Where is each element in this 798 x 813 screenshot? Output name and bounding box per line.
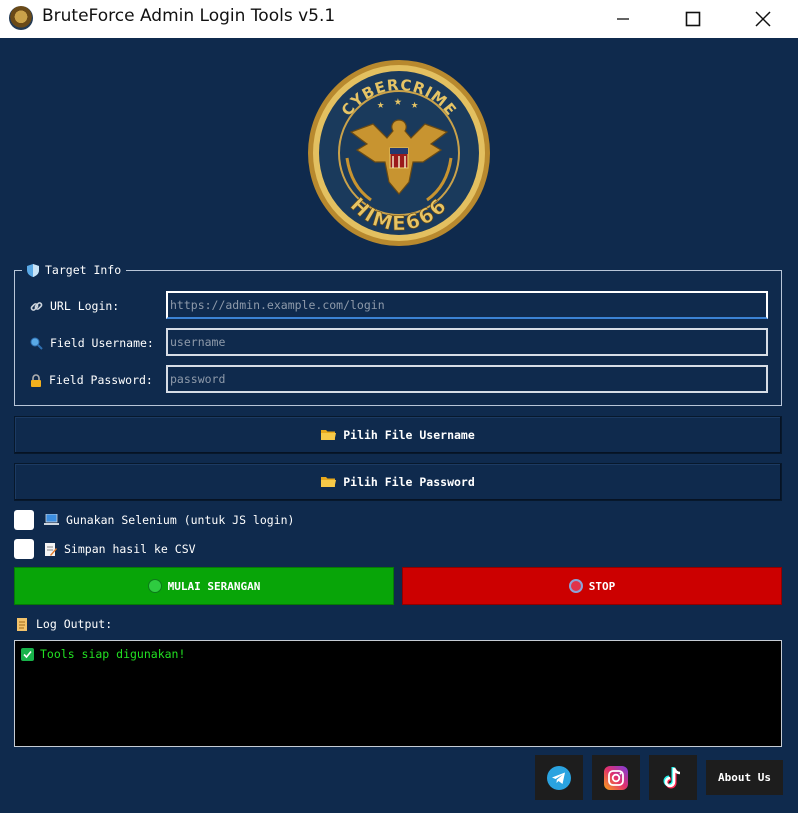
instagram-button[interactable] bbox=[592, 755, 640, 800]
selenium-option[interactable]: Gunakan Selenium (untuk JS login) bbox=[14, 509, 294, 531]
close-icon bbox=[755, 11, 771, 27]
stop-circle-icon bbox=[568, 579, 583, 593]
log-line-text: Tools siap digunakan! bbox=[40, 647, 186, 661]
choose-password-file-button[interactable]: Pilih File Password bbox=[14, 463, 782, 501]
stop-button[interactable]: STOP bbox=[402, 567, 782, 605]
field-password-text: Field Password: bbox=[49, 373, 153, 387]
shield-icon bbox=[27, 263, 39, 277]
url-login-input[interactable] bbox=[166, 291, 768, 319]
selenium-label: Gunakan Selenium (untuk JS login) bbox=[66, 513, 295, 527]
field-password-label: Field Password: bbox=[30, 370, 153, 390]
check-mark-icon bbox=[21, 647, 34, 661]
url-login-text: URL Login: bbox=[50, 299, 120, 313]
selenium-checkbox[interactable] bbox=[14, 510, 34, 530]
maximize-icon bbox=[685, 11, 701, 27]
field-username-text: Field Username: bbox=[50, 336, 154, 350]
magnifier-icon bbox=[30, 337, 43, 350]
start-attack-label: MULAI SERANGAN bbox=[167, 579, 261, 593]
tiktok-button[interactable] bbox=[649, 755, 697, 800]
memo-icon bbox=[45, 542, 57, 556]
choose-password-file-label: Pilih File Password bbox=[343, 475, 475, 489]
stop-label: STOP bbox=[588, 579, 616, 593]
about-us-button[interactable]: About Us bbox=[706, 760, 783, 795]
minimize-icon bbox=[617, 18, 629, 20]
lock-icon bbox=[31, 373, 41, 387]
window-title: BruteForce Admin Login Tools v5.1 bbox=[42, 6, 336, 26]
svg-text:★: ★ bbox=[394, 94, 402, 109]
green-circle-icon bbox=[147, 579, 162, 593]
scroll-icon bbox=[17, 617, 27, 631]
choose-username-file-button[interactable]: Pilih File Username bbox=[14, 416, 782, 454]
telegram-icon bbox=[547, 765, 571, 790]
cybercrime-emblem: CYBERCRIME HIME666 ★ ★ ★ bbox=[308, 60, 490, 246]
svg-text:★: ★ bbox=[411, 97, 418, 111]
minimize-button[interactable] bbox=[588, 0, 658, 38]
log-line: Tools siap digunakan! bbox=[21, 647, 775, 661]
laptop-icon bbox=[44, 514, 59, 525]
link-icon bbox=[30, 301, 43, 311]
target-info-title: Target Info bbox=[45, 263, 122, 277]
log-output-area[interactable]: Tools siap digunakan! bbox=[14, 640, 782, 747]
folder-icon bbox=[321, 430, 337, 440]
svg-text:★: ★ bbox=[377, 97, 384, 111]
maximize-button[interactable] bbox=[658, 0, 728, 38]
field-username-input[interactable] bbox=[166, 328, 768, 356]
folder-icon bbox=[321, 477, 337, 487]
log-output-label: Log Output: bbox=[16, 615, 112, 633]
close-button[interactable] bbox=[728, 0, 798, 38]
field-username-label: Field Username: bbox=[30, 333, 154, 353]
csv-checkbox[interactable] bbox=[14, 539, 34, 559]
url-login-label: URL Login: bbox=[30, 296, 119, 316]
log-output-text: Log Output: bbox=[36, 617, 113, 631]
app-logo-icon bbox=[9, 6, 33, 30]
start-attack-button[interactable]: MULAI SERANGAN bbox=[14, 567, 394, 605]
csv-option[interactable]: Simpan hasil ke CSV bbox=[14, 538, 196, 560]
telegram-button[interactable] bbox=[535, 755, 583, 800]
field-password-input[interactable] bbox=[166, 365, 768, 393]
target-info-legend: Target Info bbox=[22, 262, 127, 278]
tiktok-icon bbox=[663, 766, 681, 788]
title-bar: BruteForce Admin Login Tools v5.1 bbox=[0, 0, 798, 38]
instagram-icon bbox=[604, 765, 628, 790]
csv-label: Simpan hasil ke CSV bbox=[64, 542, 196, 556]
choose-username-file-label: Pilih File Username bbox=[343, 428, 475, 442]
